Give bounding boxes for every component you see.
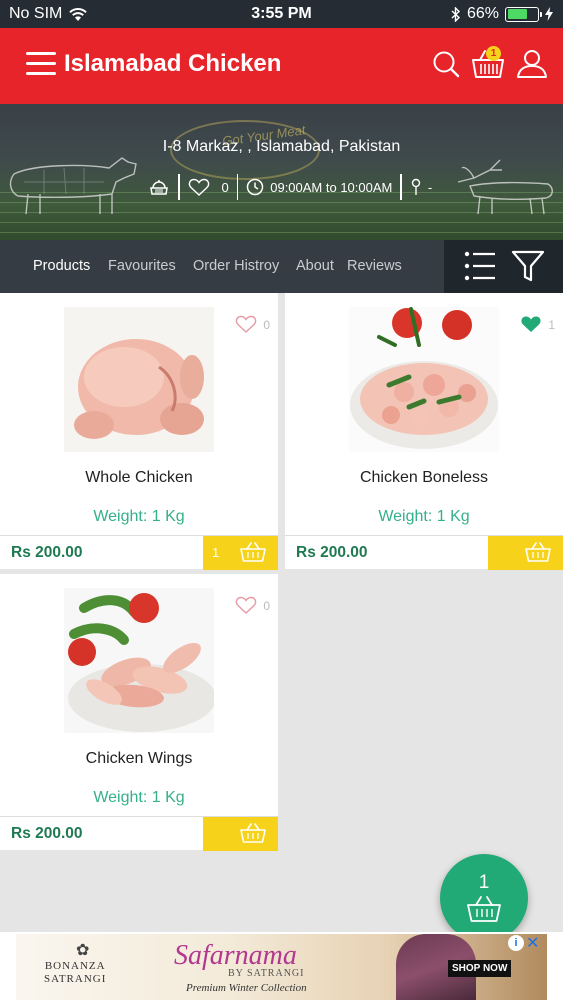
favourite-toggle[interactable]: 1 — [520, 315, 555, 334]
product-name: Chicken Boneless — [359, 469, 489, 486]
product-name: Whole Chicken — [85, 469, 193, 486]
ad-creative[interactable]: ✿ BONANZA SATRANGI Safarnama BY SATRANGI… — [16, 934, 547, 1000]
list-view-icon[interactable] — [462, 248, 498, 284]
delivery-icon — [150, 180, 168, 195]
add-to-cart-button[interactable] — [203, 817, 278, 851]
tab-order-history[interactable]: Order Histroy — [193, 258, 279, 274]
store-timing-text: 09:00AM to 10:00AM — [270, 179, 393, 195]
product-price: Rs 200.00 — [11, 825, 83, 842]
cart-quantity: 1 — [212, 545, 220, 560]
add-to-cart-button[interactable] — [488, 536, 563, 570]
section-tabs: Products Favourites Order Histroy About … — [0, 240, 563, 293]
product-name: Chicken Wings — [85, 750, 193, 767]
store-favourites-count: 0 — [221, 179, 229, 195]
bluetooth-icon — [451, 6, 460, 22]
product-price: Rs 200.00 — [296, 544, 368, 561]
product-image-chicken-boneless[interactable] — [349, 307, 499, 452]
store-extra-text: - — [427, 179, 433, 195]
store-info-row: 0 09:00AM to 10:00AM - — [148, 172, 432, 202]
delivery-info — [148, 178, 170, 196]
battery-percent: 66% — [466, 5, 499, 22]
ad-close-icon[interactable]: ✕ — [526, 933, 539, 953]
search-icon[interactable] — [428, 46, 464, 82]
product-price: Rs 200.00 — [11, 544, 83, 561]
floating-cart-count: 1 — [478, 872, 490, 893]
brand-tree-icon: ✿ — [76, 942, 90, 959]
app-header: Islamabad Chicken 1 — [0, 28, 563, 104]
favourite-toggle[interactable]: 0 — [235, 315, 270, 334]
add-to-cart-button[interactable]: 1 — [203, 536, 278, 570]
product-weight: Weight: 1 Kg — [93, 789, 185, 806]
basket-icon — [240, 823, 266, 843]
cart-count-badge: 1 — [486, 46, 501, 61]
app-title: Islamabad Chicken — [64, 50, 282, 77]
product-weight: Weight: 1 Kg — [378, 508, 470, 525]
heart-outline-icon — [188, 178, 209, 196]
ad-brand-line1: BONANZA — [44, 960, 106, 972]
filter-icon[interactable] — [510, 248, 546, 284]
heart-outline-icon — [236, 315, 257, 333]
favourite-count: 1 — [548, 317, 555, 332]
tab-products[interactable]: Products — [33, 258, 90, 274]
product-footer: Rs 200.00 — [285, 535, 563, 570]
product-footer: Rs 200.00 1 — [0, 535, 278, 570]
store-banner: Got Your Meat I-8 Markaz, , Islamabad, P… — [0, 104, 563, 240]
basket-icon — [467, 896, 501, 922]
ad-info-icon[interactable]: i — [508, 935, 524, 951]
ad-brand: BONANZA SATRANGI — [44, 960, 106, 986]
charging-icon — [545, 7, 553, 21]
goat-illustration-icon — [457, 159, 553, 215]
tab-about[interactable]: About — [296, 258, 334, 274]
heart-filled-icon — [521, 316, 541, 332]
cart-icon[interactable]: 1 — [470, 46, 506, 82]
ad-brand-line2: SATRANGI — [44, 973, 107, 985]
clock-icon — [246, 178, 264, 196]
menu-icon[interactable] — [26, 52, 56, 76]
cow-illustration-icon — [9, 157, 137, 215]
favourite-count: 0 — [263, 598, 270, 613]
favourite-toggle[interactable]: 0 — [235, 596, 270, 615]
product-weight: Weight: 1 Kg — [93, 508, 185, 525]
basket-icon — [240, 542, 266, 562]
product-footer: Rs 200.00 — [0, 816, 278, 851]
product-image-whole-chicken[interactable] — [64, 307, 214, 452]
store-address: I-8 Markaz, , Islamabad, Pakistan — [162, 138, 401, 155]
user-icon[interactable] — [514, 46, 550, 82]
favourite-count: 0 — [263, 317, 270, 332]
ad-banner[interactable]: ✿ BONANZA SATRANGI Safarnama BY SATRANGI… — [0, 932, 563, 1000]
product-card[interactable]: 0 Whole Chicken Weight: 1 Kg Rs 200.00 1 — [0, 293, 278, 570]
ad-shop-now-button[interactable]: SHOP NOW — [448, 960, 512, 977]
heart-outline-icon — [236, 596, 257, 614]
tab-reviews[interactable]: Reviews — [347, 258, 402, 274]
location-pin-icon — [411, 178, 421, 195]
status-bar: No SIM 3:55 PM 66% — [0, 0, 563, 28]
view-tools — [444, 240, 563, 293]
store-favourites[interactable]: 0 — [188, 178, 229, 197]
store-timing: 09:00AM to 10:00AM — [246, 178, 392, 196]
basket-icon — [525, 542, 551, 562]
tab-favourites[interactable]: Favourites — [108, 258, 176, 274]
product-card[interactable]: 1 Chicken Boneless Weight: 1 Kg Rs 200.0… — [285, 293, 563, 570]
product-image-chicken-wings[interactable] — [64, 588, 214, 733]
ad-by-line: BY SATRANGI — [228, 968, 305, 979]
store-location-extra: - — [410, 178, 432, 196]
floating-cart-button[interactable]: 1 — [440, 854, 528, 942]
product-card[interactable]: 0 Chicken Wings Weight: 1 Kg Rs 200.00 — [0, 574, 278, 851]
battery-icon — [505, 6, 542, 22]
ad-subline: Premium Winter Collection — [186, 982, 307, 994]
